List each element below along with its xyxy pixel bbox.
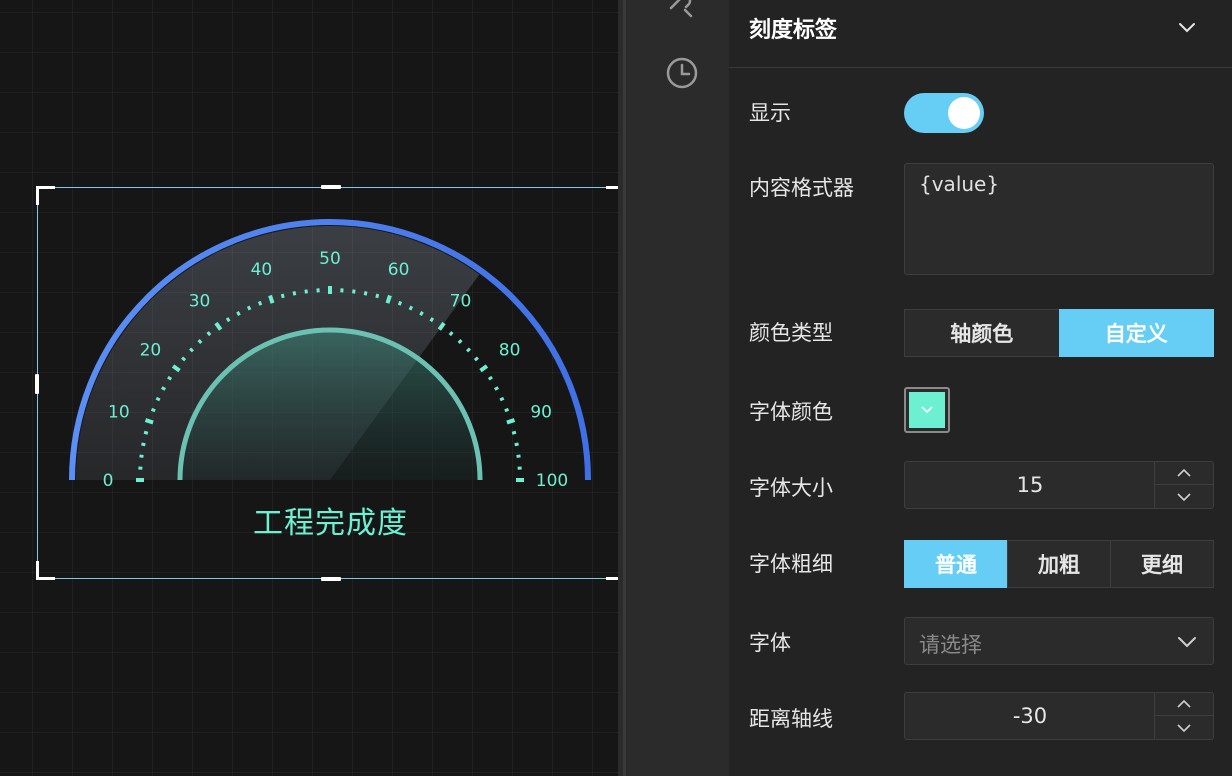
font-size-increment[interactable] (1155, 462, 1213, 485)
resize-handle-top[interactable] (321, 185, 341, 189)
editor-canvas[interactable]: 0 10 20 30 40 50 60 70 80 90 100 工程完成度 (0, 0, 626, 776)
panel-splitter[interactable] (618, 0, 634, 776)
font-size-input[interactable]: 15 (904, 461, 1214, 509)
show-toggle[interactable] (904, 93, 984, 133)
chevron-down-icon (1177, 492, 1191, 501)
chevron-down-icon (921, 406, 933, 414)
resize-corner-top-left[interactable] (36, 186, 55, 205)
font-color-picker[interactable] (904, 387, 950, 433)
resize-handle-left[interactable] (35, 374, 39, 394)
toggle-knob (948, 97, 980, 129)
section-header-tick-labels[interactable]: 刻度标签 (729, 0, 1232, 68)
tools-icon[interactable] (665, 0, 699, 20)
axis-distance-decrement[interactable] (1155, 716, 1213, 739)
axis-distance-stepper (1154, 693, 1213, 739)
chevron-down-icon[interactable] (1176, 16, 1198, 38)
resize-handle-bottom[interactable] (321, 577, 341, 581)
font-family-select[interactable]: 请选择 (904, 617, 1214, 665)
selection-box[interactable] (35, 185, 626, 581)
font-size-decrement[interactable] (1155, 485, 1213, 508)
chevron-down-icon (1178, 637, 1196, 648)
font-color-swatch (909, 392, 945, 428)
property-panel: 刻度标签 显示 内容格式器 {value} 颜色类型 轴颜色 自定义 字体颜色 … (729, 0, 1232, 776)
font-size-label: 字体大小 (749, 476, 833, 500)
axis-distance-increment[interactable] (1155, 693, 1213, 716)
font-family-placeholder: 请选择 (919, 633, 982, 657)
chevron-up-icon (1177, 699, 1191, 708)
font-weight-normal-option[interactable]: 普通 (904, 540, 1008, 588)
color-type-axis-option[interactable]: 轴颜色 (904, 309, 1060, 357)
font-size-stepper (1154, 462, 1213, 508)
chevron-down-icon (1177, 723, 1191, 732)
font-weight-lighter-option[interactable]: 更细 (1110, 540, 1214, 588)
color-type-custom-option[interactable]: 自定义 (1058, 309, 1214, 357)
axis-distance-value: -30 (1012, 704, 1048, 728)
font-weight-bold-option[interactable]: 加粗 (1007, 540, 1111, 588)
axis-distance-input[interactable]: -30 (904, 692, 1214, 740)
clock-icon[interactable] (665, 56, 699, 90)
font-color-label: 字体颜色 (749, 400, 833, 424)
section-title: 刻度标签 (749, 18, 838, 43)
font-weight-label: 字体粗细 (749, 552, 833, 576)
resize-corner-bottom-left[interactable] (36, 561, 55, 580)
axis-distance-label: 距离轴线 (749, 707, 833, 731)
chevron-up-icon (1177, 468, 1191, 477)
formatter-textarea[interactable]: {value} (904, 163, 1214, 275)
show-label: 显示 (749, 101, 791, 125)
formatter-label: 内容格式器 (749, 176, 854, 200)
font-weight-segmented: 普通 加粗 更细 (904, 540, 1214, 588)
icon-sidebar (634, 0, 729, 776)
font-family-label: 字体 (749, 631, 791, 655)
font-size-value: 15 (1016, 473, 1044, 497)
color-type-label: 颜色类型 (749, 321, 833, 345)
color-type-segmented: 轴颜色 自定义 (904, 309, 1214, 357)
splitter-line (623, 0, 626, 776)
